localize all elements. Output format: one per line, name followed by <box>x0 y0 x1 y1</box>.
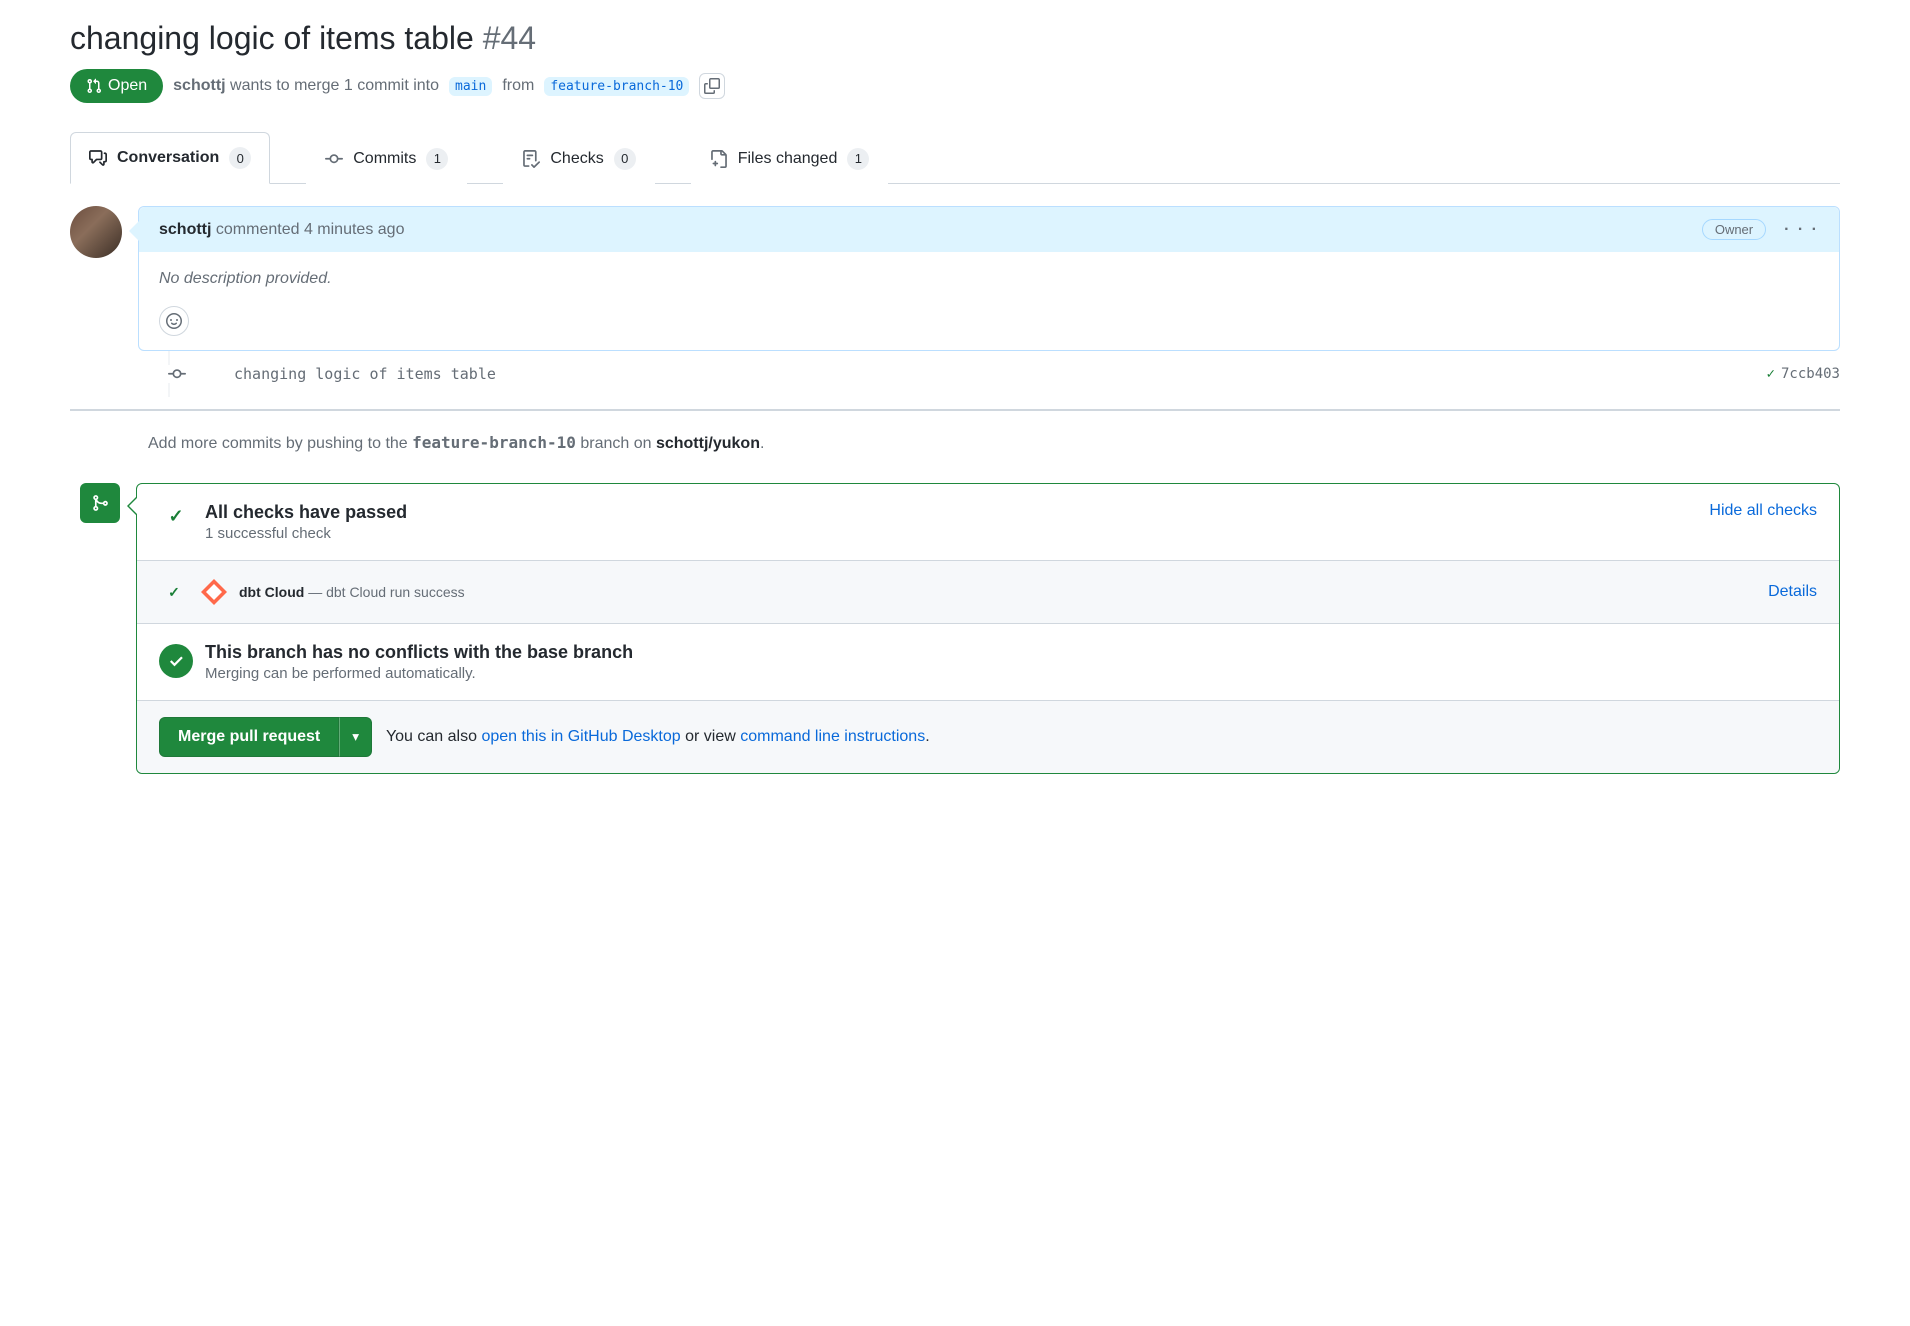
git-pull-request-icon <box>86 78 102 94</box>
kebab-menu-icon[interactable]: · · · <box>1784 221 1819 239</box>
tab-checks-label: Checks <box>550 150 603 168</box>
commit-message[interactable]: changing logic of items table <box>234 365 496 383</box>
check-desc: — dbt Cloud run success <box>308 584 464 600</box>
commit-sha[interactable]: 7ccb403 <box>1781 366 1840 382</box>
check-name: dbt Cloud <box>239 584 304 600</box>
merge-pr-button[interactable]: Merge pull request <box>159 717 339 757</box>
comment-action: commented <box>216 221 300 238</box>
pr-status-label: Open <box>108 77 147 95</box>
tab-files-label: Files changed <box>738 150 838 168</box>
check-icon: ✓ <box>159 506 193 527</box>
avatar[interactable] <box>70 206 122 258</box>
head-branch[interactable]: feature-branch-10 <box>544 77 689 96</box>
pr-author[interactable]: schottj <box>173 77 225 94</box>
git-commit-icon <box>325 150 343 168</box>
tab-commits-label: Commits <box>353 150 416 168</box>
checks-subtitle: 1 successful check <box>205 525 407 542</box>
comment-discussion-icon <box>89 149 107 167</box>
merge-actions: Merge pull request ▾ You can also open t… <box>137 700 1839 773</box>
push-hint-prefix: Add more commits by pushing to the <box>148 435 412 452</box>
git-merge-icon <box>91 494 109 512</box>
check-icon[interactable]: ✓ <box>1767 366 1775 382</box>
check-details-link[interactable]: Details <box>1768 583 1817 601</box>
comment-header: schottj commented 4 minutes ago Owner · … <box>139 207 1839 252</box>
git-commit-icon <box>168 365 186 383</box>
pr-status-open-badge: Open <box>70 69 163 103</box>
from-text: from <box>502 77 534 95</box>
open-desktop-link[interactable]: open this in GitHub Desktop <box>481 728 680 745</box>
checks-title: All checks have passed <box>205 502 407 523</box>
merge-pr-caret-button[interactable]: ▾ <box>339 717 372 757</box>
pr-tabs: Conversation 0 Commits 1 Checks 0 Files … <box>70 131 1840 184</box>
merge-box: ✓ All checks have passed 1 successful ch… <box>136 483 1840 774</box>
merge-panel: ✓ All checks have passed 1 successful ch… <box>70 483 1840 774</box>
tab-conversation[interactable]: Conversation 0 <box>70 132 270 184</box>
pr-title-text: changing logic of items table <box>70 20 474 56</box>
check-circle-icon <box>159 644 193 678</box>
dbt-icon <box>201 579 227 605</box>
pr-merge-text: wants to merge 1 commit into <box>230 77 439 94</box>
file-diff-icon <box>710 150 728 168</box>
tab-files-count: 1 <box>847 148 869 170</box>
check-detail-section: ✓ dbt Cloud — dbt Cloud run success Deta… <box>137 560 1839 623</box>
tab-checks-count: 0 <box>614 148 636 170</box>
checklist-icon <box>522 150 540 168</box>
merge-also-text: You can also open this in GitHub Desktop… <box>386 728 930 746</box>
pr-meta: Open schottj wants to merge 1 commit int… <box>70 69 1840 103</box>
copy-branch-button[interactable] <box>699 73 725 99</box>
conflict-subtitle: Merging can be performed automatically. <box>205 665 633 682</box>
push-hint-repo: schottj/yukon <box>656 435 760 452</box>
tab-commits-count: 1 <box>426 148 448 170</box>
pr-title: changing logic of items table #44 <box>70 20 1840 57</box>
commit-row: changing logic of items table ✓ 7ccb403 <box>70 351 1840 397</box>
merge-badge <box>80 483 120 523</box>
triangle-down-icon: ▾ <box>352 729 359 745</box>
tab-conversation-count: 0 <box>229 147 251 169</box>
push-hint: Add more commits by pushing to the featu… <box>148 433 1840 453</box>
copy-icon <box>704 78 720 94</box>
push-hint-suffix: . <box>760 435 764 452</box>
smiley-icon <box>166 313 182 329</box>
tab-files-changed[interactable]: Files changed 1 <box>691 132 889 184</box>
divider <box>70 409 1840 411</box>
timeline: schottj commented 4 minutes ago Owner · … <box>70 206 1840 351</box>
push-hint-middle: branch on <box>576 435 656 452</box>
checks-summary-section: ✓ All checks have passed 1 successful ch… <box>137 484 1839 560</box>
cli-instructions-link[interactable]: command line instructions <box>740 728 925 745</box>
comment-time[interactable]: 4 minutes ago <box>304 221 405 238</box>
conflict-section: This branch has no conflicts with the ba… <box>137 623 1839 700</box>
base-branch[interactable]: main <box>449 77 492 96</box>
tab-commits[interactable]: Commits 1 <box>306 132 467 184</box>
comment-author[interactable]: schottj <box>159 221 211 238</box>
comment-body: No description provided. <box>139 252 1839 306</box>
add-reaction-button[interactable] <box>159 306 189 336</box>
owner-badge: Owner <box>1702 219 1766 240</box>
push-hint-branch: feature-branch-10 <box>412 433 576 452</box>
pr-number: #44 <box>483 20 536 56</box>
conflict-title: This branch has no conflicts with the ba… <box>205 642 633 663</box>
tab-checks[interactable]: Checks 0 <box>503 132 654 184</box>
comment-box: schottj commented 4 minutes ago Owner · … <box>138 206 1840 351</box>
hide-checks-link[interactable]: Hide all checks <box>1709 502 1817 520</box>
tab-conversation-label: Conversation <box>117 149 219 167</box>
check-icon: ✓ <box>159 584 189 601</box>
